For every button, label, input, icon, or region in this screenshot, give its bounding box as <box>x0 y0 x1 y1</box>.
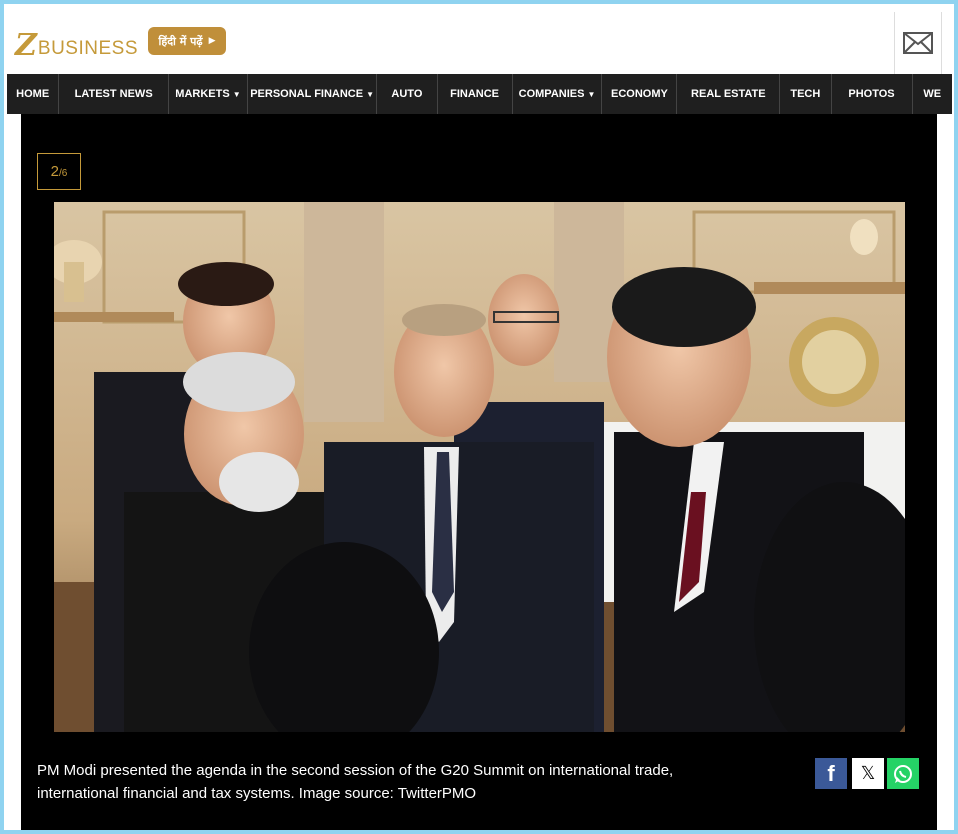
nav-item-web-stories[interactable]: WE <box>913 74 953 114</box>
x-icon: 𝕏 <box>860 763 876 783</box>
nav-label: COMPANIES <box>518 88 585 100</box>
main-nav: HOME LATEST NEWS MARKETS ▼ PERSONAL FINAN… <box>7 74 952 114</box>
gallery-photo[interactable] <box>54 202 905 732</box>
photo-caption: PM Modi presented the agenda in the seco… <box>37 762 674 802</box>
share-whatsapp-button[interactable] <box>887 758 919 789</box>
nav-item-economy[interactable]: ECONOMY <box>602 74 678 114</box>
facebook-icon: f <box>827 760 835 786</box>
logo-z: Z <box>15 28 37 63</box>
whatsapp-icon <box>894 764 912 783</box>
share-x-button[interactable]: 𝕏 <box>852 758 884 789</box>
nav-label: PERSONAL FINANCE <box>250 88 364 100</box>
site-header: Z BUSINESS हिंदी में पढ़ें ▶ <box>7 12 943 74</box>
nav-item-personal-finance[interactable]: PERSONAL FINANCE ▼ <box>248 74 378 114</box>
read-in-hindi-button[interactable]: हिंदी में पढ़ें ▶ <box>148 27 226 55</box>
chevron-down-icon: ▼ <box>366 89 375 99</box>
nav-item-companies[interactable]: COMPANIES ▼ <box>513 74 603 114</box>
nav-item-real-estate[interactable]: REAL ESTATE <box>677 74 781 114</box>
nav-item-auto[interactable]: AUTO <box>377 74 438 114</box>
nav-label: PHOTOS <box>848 88 895 100</box>
share-facebook-button[interactable]: f <box>815 758 847 789</box>
slide-total: /6 <box>59 167 68 179</box>
chevron-down-icon: ▼ <box>587 89 596 99</box>
envelope-icon <box>903 32 933 54</box>
nav-label: LATEST NEWS <box>74 88 153 100</box>
nav-label: TECH <box>790 88 821 100</box>
newsletter-button[interactable] <box>894 12 942 74</box>
nav-item-home[interactable]: HOME <box>7 74 60 114</box>
slide-current: 2 <box>50 163 59 180</box>
nav-item-latest-news[interactable]: LATEST NEWS <box>59 74 169 114</box>
nav-item-tech[interactable]: TECH <box>780 74 832 114</box>
nav-label: FINANCE <box>450 88 499 100</box>
nav-label: ECONOMY <box>611 88 668 100</box>
photo-gallery: 2/6 PM Modi presented the agenda in the … <box>21 114 937 830</box>
zee-business-logo[interactable]: Z BUSINESS <box>15 28 138 63</box>
slide-counter: 2/6 <box>37 153 81 190</box>
nav-label: HOME <box>16 88 50 100</box>
chevron-down-icon: ▼ <box>232 89 241 99</box>
nav-label: WE <box>923 88 942 100</box>
chevron-right-icon: ▶ <box>208 36 216 46</box>
hindi-button-label: हिंदी में पढ़ें <box>158 34 203 48</box>
nav-label: REAL ESTATE <box>691 88 766 100</box>
nav-item-photos[interactable]: PHOTOS <box>832 74 913 114</box>
nav-item-finance[interactable]: FINANCE <box>438 74 513 114</box>
logo-text: BUSINESS <box>37 38 138 59</box>
nav-label: MARKETS <box>175 88 230 100</box>
nav-item-markets[interactable]: MARKETS ▼ <box>169 74 248 114</box>
g20-leaders-photo <box>54 202 905 732</box>
nav-label: AUTO <box>391 88 423 100</box>
